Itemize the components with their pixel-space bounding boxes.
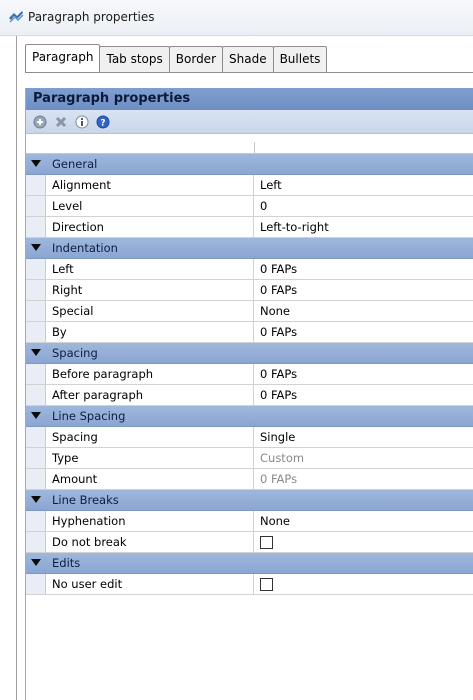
category-label: General <box>52 157 98 171</box>
no-user-edit-checkbox[interactable] <box>260 578 273 591</box>
info-icon[interactable] <box>74 114 90 130</box>
property-key: Level <box>46 196 254 216</box>
property-value: 0 FAPs <box>260 472 298 486</box>
property-value: Custom <box>260 451 305 465</box>
property-key: Hyphenation <box>46 511 254 531</box>
svg-text:?: ? <box>100 118 105 128</box>
property-row-amount[interactable]: Amount 0 FAPs <box>26 469 473 490</box>
property-row-hyphenation[interactable]: Hyphenation None <box>26 511 473 532</box>
property-row-spacing[interactable]: Spacing Single <box>26 427 473 448</box>
property-row-no-user-edit[interactable]: No user edit <box>26 574 473 595</box>
category-line-breaks[interactable]: Line Breaks <box>26 490 473 511</box>
property-value[interactable]: None <box>254 511 473 531</box>
tab-strip: Paragraph Tab stops Border Shade Bullets <box>25 44 328 72</box>
property-value[interactable]: Single <box>254 427 473 447</box>
category-label: Spacing <box>52 346 98 360</box>
collapse-arrow-icon[interactable] <box>26 343 46 364</box>
property-row-by[interactable]: By 0 FAPs <box>26 322 473 343</box>
property-row-right[interactable]: Right 0 FAPs <box>26 280 473 301</box>
category-edits[interactable]: Edits <box>26 553 473 574</box>
property-panel: Paragraph properties ? General Alignment… <box>25 88 473 700</box>
property-key: Spacing <box>46 427 254 447</box>
property-value[interactable]: Left-to-right <box>254 217 473 237</box>
tab-tab-stops[interactable]: Tab stops <box>99 46 170 72</box>
property-key: Alignment <box>46 175 254 195</box>
panel-header: Paragraph properties <box>26 88 473 110</box>
property-key: After paragraph <box>46 385 254 405</box>
property-value[interactable]: None <box>254 301 473 321</box>
category-label: Line Spacing <box>52 409 126 423</box>
panel-toolbar: ? <box>26 110 473 134</box>
dialog-body: Paragraph Tab stops Border Shade Bullets… <box>16 36 473 700</box>
category-label: Edits <box>52 556 81 570</box>
tab-shade[interactable]: Shade <box>222 46 274 72</box>
collapse-arrow-icon[interactable] <box>26 406 46 427</box>
property-row-left[interactable]: Left 0 FAPs <box>26 259 473 280</box>
property-value[interactable]: 0 FAPs <box>254 259 473 279</box>
property-row-level[interactable]: Level 0 <box>26 196 473 217</box>
category-indentation[interactable]: Indentation <box>26 238 473 259</box>
add-icon[interactable] <box>32 114 48 130</box>
property-row-direction[interactable]: Direction Left-to-right <box>26 217 473 238</box>
property-row-do-not-break[interactable]: Do not break <box>26 532 473 553</box>
property-value[interactable]: 0 FAPs <box>254 364 473 384</box>
property-row-special[interactable]: Special None <box>26 301 473 322</box>
grid-header-row <box>26 142 473 154</box>
property-key: Special <box>46 301 254 321</box>
property-value[interactable]: 0 FAPs <box>254 322 473 342</box>
help-icon[interactable]: ? <box>95 114 111 130</box>
property-key: By <box>46 322 254 342</box>
category-line-spacing[interactable]: Line Spacing <box>26 406 473 427</box>
property-key: Do not break <box>46 532 254 552</box>
category-label: Indentation <box>52 241 118 255</box>
tab-bullets[interactable]: Bullets <box>272 46 328 72</box>
title-bar: Paragraph properties <box>0 0 473 36</box>
property-row-before-paragraph[interactable]: Before paragraph 0 FAPs <box>26 364 473 385</box>
collapse-arrow-icon[interactable] <box>26 490 46 511</box>
property-key: Left <box>46 259 254 279</box>
app-icon <box>8 10 24 27</box>
window-title: Paragraph properties <box>28 10 155 24</box>
property-row-alignment[interactable]: Alignment Left <box>26 175 473 196</box>
category-label: Line Breaks <box>52 493 119 507</box>
property-key: Direction <box>46 217 254 237</box>
property-key: Before paragraph <box>46 364 254 384</box>
collapse-arrow-icon[interactable] <box>26 154 46 175</box>
property-key: Type <box>46 448 254 468</box>
category-spacing[interactable]: Spacing <box>26 343 473 364</box>
property-value[interactable]: 0 FAPs <box>254 385 473 405</box>
do-not-break-checkbox[interactable] <box>260 536 273 549</box>
property-key: Right <box>46 280 254 300</box>
property-row-type[interactable]: Type Custom <box>26 448 473 469</box>
property-value[interactable]: 0 <box>254 196 473 216</box>
property-grid: General Alignment Left Level 0 Direction Le… <box>26 142 473 595</box>
tab-border[interactable]: Border <box>168 46 223 72</box>
property-key: Amount <box>46 469 254 489</box>
collapse-arrow-icon[interactable] <box>26 553 46 574</box>
property-row-after-paragraph[interactable]: After paragraph 0 FAPs <box>26 385 473 406</box>
collapse-arrow-icon[interactable] <box>26 238 46 259</box>
tab-paragraph[interactable]: Paragraph <box>25 44 101 72</box>
property-key: No user edit <box>46 574 254 594</box>
property-value[interactable]: 0 FAPs <box>254 280 473 300</box>
property-value[interactable]: Left <box>254 175 473 195</box>
delete-icon[interactable] <box>53 114 69 130</box>
category-general[interactable]: General <box>26 154 473 175</box>
tab-divider <box>25 72 473 73</box>
